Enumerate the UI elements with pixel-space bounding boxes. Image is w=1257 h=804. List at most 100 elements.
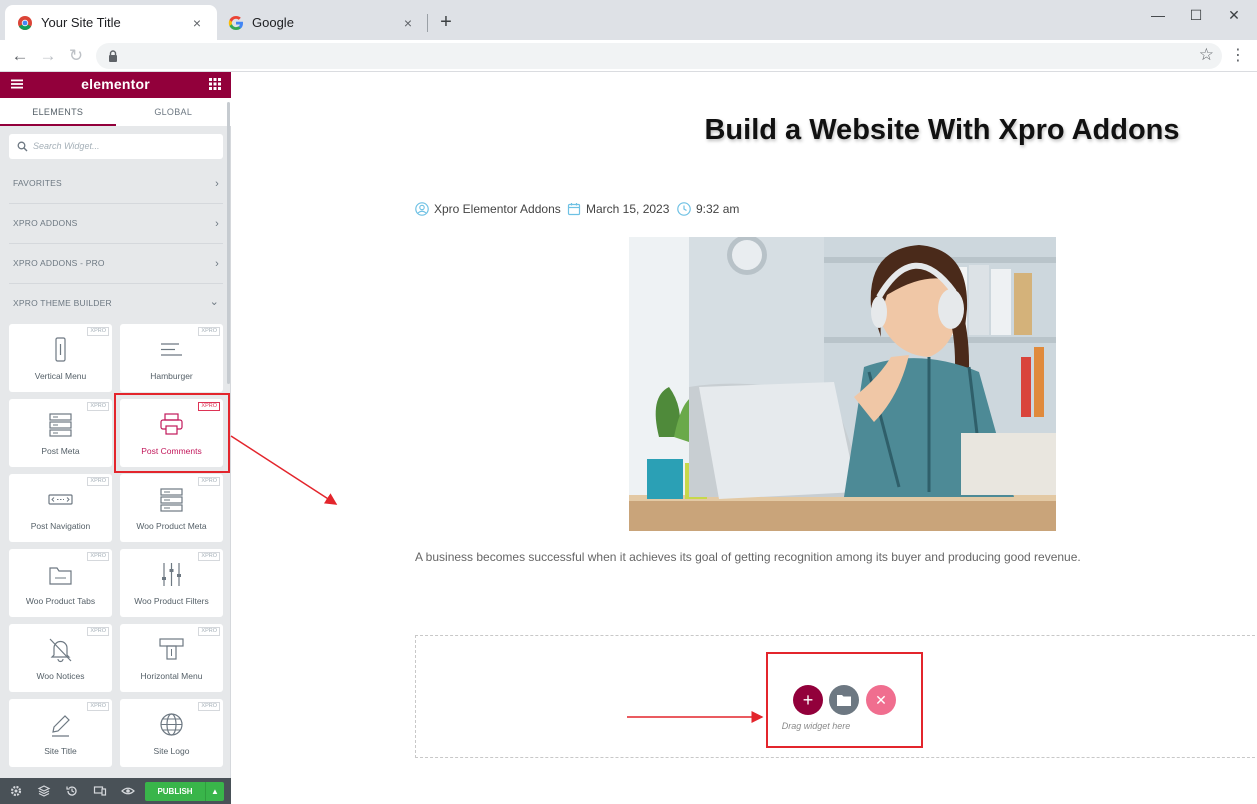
category-label: XPRO THEME BUILDER xyxy=(13,298,112,308)
horizontal-menu-icon xyxy=(159,638,184,660)
drag-widget-hint: Drag widget here xyxy=(781,721,851,731)
chevron-right-icon: › xyxy=(215,178,219,190)
featured-image xyxy=(629,237,1056,531)
browser-tab-strip: Your Site Title × Google × + — ☐ ✕ xyxy=(0,0,1257,40)
widget-label: Woo Notices xyxy=(36,671,85,681)
pencil-icon xyxy=(52,715,70,737)
xpro-badge: XPRO xyxy=(198,477,220,486)
widget-label: Woo Product Filters xyxy=(134,596,209,606)
close-section-button[interactable]: ✕ xyxy=(866,685,896,715)
tab-title: Google xyxy=(252,15,294,30)
tab-elements[interactable]: ELEMENTS xyxy=(0,98,116,126)
google-icon xyxy=(228,15,244,31)
xpro-badge: XPRO xyxy=(87,552,109,561)
widget-hamburger[interactable]: XPRO Hamburger xyxy=(120,324,223,392)
widget-drop-zone[interactable]: + ✕ Drag widget here xyxy=(415,635,1257,758)
search-placeholder: Search Widget... xyxy=(33,141,100,151)
navigator-icon[interactable] xyxy=(37,784,51,798)
elementor-logo: elementor xyxy=(81,76,150,92)
widget-post-navigation[interactable]: XPRO Post Navigation xyxy=(9,474,112,542)
post-title: Build a Website With Xpro Addons xyxy=(704,114,1180,146)
new-tab-button[interactable]: + xyxy=(436,10,456,34)
xpro-badge: XPRO xyxy=(87,402,109,411)
widget-label: Site Logo xyxy=(153,746,190,756)
tab-title: Your Site Title xyxy=(41,15,121,30)
publish-options-caret[interactable]: ▲ xyxy=(205,782,224,801)
widget-woo-notices[interactable]: XPRO Woo Notices xyxy=(9,624,112,692)
maximize-button[interactable]: ☐ xyxy=(1178,4,1214,26)
settings-icon[interactable] xyxy=(9,784,23,798)
bookmark-star-icon[interactable]: ☆ xyxy=(1199,45,1214,65)
globe-icon xyxy=(160,713,183,736)
category-label: XPRO ADDONS xyxy=(13,218,78,228)
xpro-badge: XPRO xyxy=(87,327,109,336)
close-icon[interactable]: × xyxy=(400,15,416,31)
search-widget-input[interactable]: Search Widget... xyxy=(9,134,223,159)
panel-scrollbar[interactable] xyxy=(227,102,230,384)
post-date: March 15, 2023 xyxy=(586,202,670,216)
widget-label: Woo Product Meta xyxy=(136,521,207,531)
panel-tabs: ELEMENTS GLOBAL xyxy=(0,98,231,126)
post-time: 9:32 am xyxy=(696,202,740,216)
tab-divider xyxy=(427,14,428,32)
widgets-grid-icon[interactable] xyxy=(209,78,221,90)
panel-header: elementor xyxy=(0,72,231,98)
divider xyxy=(9,203,223,204)
widget-woo-product-tabs[interactable]: XPRO Woo Product Tabs xyxy=(9,549,112,617)
post-meta-icon xyxy=(49,413,72,437)
product-tabs-icon xyxy=(49,567,72,585)
meta-time: 9:32 am xyxy=(677,202,739,216)
reload-button[interactable]: ↻ xyxy=(65,45,87,67)
url-input[interactable]: ☆ xyxy=(96,43,1222,69)
tab-global[interactable]: GLOBAL xyxy=(116,98,232,126)
clock-icon xyxy=(677,202,691,216)
minimize-button[interactable]: — xyxy=(1140,4,1176,26)
widget-label: Horizontal Menu xyxy=(140,671,203,681)
publish-button[interactable]: PUBLISH xyxy=(145,782,205,801)
xpro-badge: XPRO xyxy=(198,627,220,636)
category-xpro-theme-builder[interactable]: XPRO THEME BUILDER ⌄ xyxy=(13,296,219,312)
widget-vertical-menu[interactable]: XPRO Vertical Menu xyxy=(9,324,112,392)
responsive-mode-icon[interactable] xyxy=(93,784,107,798)
tab-your-site-title[interactable]: Your Site Title × xyxy=(5,5,217,40)
folder-icon xyxy=(837,695,851,706)
widget-label: Woo Product Tabs xyxy=(25,596,96,606)
chevron-right-icon: › xyxy=(215,218,219,230)
widget-horizontal-menu[interactable]: XPRO Horizontal Menu xyxy=(120,624,223,692)
history-icon[interactable] xyxy=(65,784,79,798)
page-canvas: Build a Website With Xpro Addons Xpro El… xyxy=(231,72,1257,804)
widget-label: Site Title xyxy=(44,746,77,756)
meta-date: March 15, 2023 xyxy=(567,202,669,216)
preview-eye-icon[interactable] xyxy=(121,784,135,798)
widget-label: Post Meta xyxy=(41,446,80,456)
widget-post-comments[interactable]: XPRO Post Comments xyxy=(120,399,223,467)
forward-button[interactable]: → xyxy=(37,45,59,67)
widget-label: Vertical Menu xyxy=(34,371,87,381)
address-bar-row: ← → ↻ ☆ ⋮ xyxy=(0,40,1257,72)
widget-label: Post Navigation xyxy=(30,521,91,531)
widget-site-logo[interactable]: XPRO Site Logo xyxy=(120,699,223,767)
category-favorites[interactable]: FAVORITES › xyxy=(13,178,219,192)
user-icon xyxy=(415,202,429,216)
xpro-badge: XPRO xyxy=(198,327,220,336)
widget-site-title[interactable]: XPRO Site Title xyxy=(9,699,112,767)
category-xpro-addons[interactable]: XPRO ADDONS › xyxy=(13,218,219,232)
browser-menu-icon[interactable]: ⋮ xyxy=(1229,45,1247,67)
hamburger-icon xyxy=(161,343,182,356)
calendar-icon xyxy=(567,203,581,216)
widget-woo-product-meta[interactable]: XPRO Woo Product Meta xyxy=(120,474,223,542)
elementor-panel: elementor ELEMENTS GLOBAL Search Widget.… xyxy=(0,72,231,804)
close-icon[interactable]: × xyxy=(189,15,205,31)
tab-google[interactable]: Google × xyxy=(216,5,428,40)
divider xyxy=(9,243,223,244)
category-xpro-addons-pro[interactable]: XPRO ADDONS - PRO › xyxy=(13,258,219,272)
widget-woo-product-filters[interactable]: XPRO Woo Product Filters xyxy=(120,549,223,617)
back-button[interactable]: ← xyxy=(9,45,31,67)
add-section-button[interactable]: + xyxy=(793,685,823,715)
window-close-button[interactable]: ✕ xyxy=(1216,4,1252,26)
add-template-button[interactable] xyxy=(829,685,859,715)
widget-label: Hamburger xyxy=(150,371,193,381)
author-name: Xpro Elementor Addons xyxy=(434,202,561,216)
widget-post-meta[interactable]: XPRO Post Meta xyxy=(9,399,112,467)
xpro-badge: XPRO xyxy=(87,702,109,711)
